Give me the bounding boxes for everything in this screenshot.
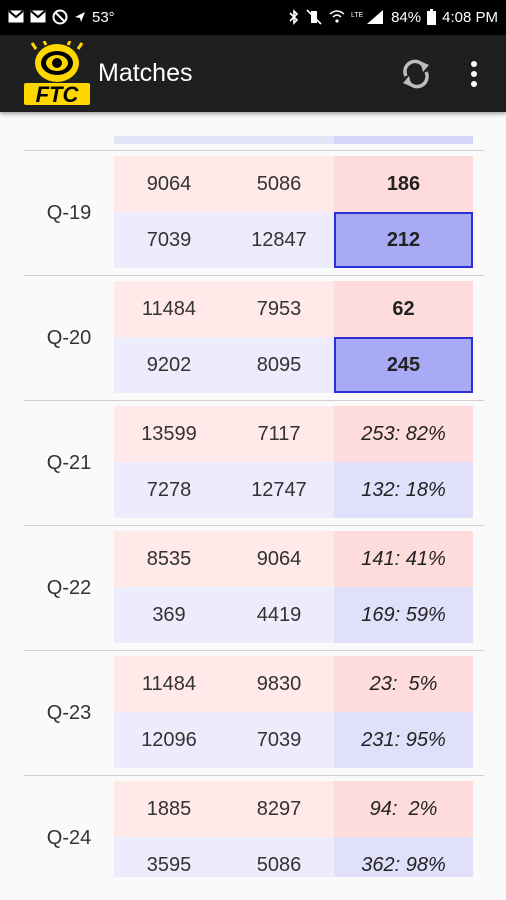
blue-team-1: 369 [152,603,186,626]
refresh-button[interactable] [398,56,434,92]
blue-predicted-score: 362: 98% [334,837,473,877]
match-list[interactable]: Q-19 9064 5086 186 7039 12847 212 Q-20 1… [0,112,506,877]
blue-alliance-row: 369 4419 169: 59% [114,587,473,643]
match-label: Q-22 [46,577,92,599]
page-title: Matches [98,59,193,87]
blue-team-2: 12847 [251,228,307,251]
blue-team-2: 4419 [256,603,302,626]
blue-predicted-score: 169: 59% [334,587,473,643]
more-vert-icon [471,61,477,87]
red-team-1: 11484 [141,672,197,695]
battery-percent: 84% [391,9,422,26]
blue-predicted-score: 132: 18% [334,462,473,518]
red-team-2: 5086 [256,172,302,195]
status-bar-right: LTE 84% 4:08 PM [289,0,498,35]
red-team-1: 8535 [146,547,192,570]
vibrate-mute-icon [305,8,323,27]
previous-match-score-partial [334,136,473,144]
blue-alliance-row: 7039 12847 212 [114,212,473,268]
match-label: Q-19 [46,202,92,224]
do-not-disturb-icon [52,9,68,27]
red-predicted-score: 141: 41% [334,531,473,587]
match-label: Q-20 [46,327,92,349]
clock-time: 4:08 PM [442,9,498,26]
blue-score-winner: 212 [334,212,473,268]
blue-alliance-row: 12096 7039 231: 95% [114,712,473,768]
red-team-2: 7953 [256,297,302,320]
red-predicted-score: 23: 5% [334,656,473,712]
gmail-icon [8,10,24,25]
blue-predicted-score: 231: 95% [334,712,473,768]
match-row[interactable]: Q-24 1885 8297 94: 2% 3595 5086 362: 98% [24,775,484,877]
red-predicted-score: 253: 82% [334,406,473,462]
red-team-2: 9830 [256,672,302,695]
blue-team-1: 12096 [141,728,197,751]
status-bar-left: 53° [8,0,115,35]
wifi-icon [329,9,345,26]
red-alliance-row: 1885 8297 94: 2% [114,781,473,837]
match-row[interactable]: Q-20 11484 7953 62 9202 8095 245 [24,275,484,401]
red-team-1: 13599 [141,422,197,445]
red-alliance-row: 11484 7953 62 [114,281,473,337]
red-team-2: 7117 [257,422,301,445]
blue-team-1: 9202 [146,353,192,376]
red-score: 62 [334,281,473,337]
blue-team-2: 8095 [256,353,302,376]
blue-team-1: 7278 [146,478,192,501]
blue-alliance-row: 3595 5086 362: 98% [114,837,473,877]
red-team-1: 9064 [146,172,192,195]
blue-team-1: 3595 [146,853,192,876]
match-row[interactable]: Q-23 11484 9830 23: 5% 12096 7039 231: 9… [24,650,484,776]
lte-signal-icon: LTE [351,9,385,27]
match-label: Q-24 [46,827,92,849]
refresh-icon [403,59,429,89]
blue-team-2: 5086 [256,853,302,876]
blue-team-1: 7039 [146,228,192,251]
svg-text:FTC: FTC [36,82,80,107]
app-bar: FTC Matches [0,35,506,112]
overflow-menu-button[interactable] [462,59,486,89]
match-row[interactable]: Q-22 8535 9064 141: 41% 369 4419 169: 59… [24,525,484,651]
blue-team-2: 7039 [256,728,302,751]
red-alliance-row: 8535 9064 141: 41% [114,531,473,587]
red-team-2: 8297 [256,797,302,820]
blue-score-winner: 245 [334,337,473,393]
red-alliance-row: 11484 9830 23: 5% [114,656,473,712]
red-team-1: 11484 [141,297,197,320]
red-predicted-score: 94: 2% [334,781,473,837]
navigation-icon [74,11,86,25]
battery-icon [427,8,437,27]
match-label: Q-21 [46,452,92,474]
ftc-logo: FTC [22,40,92,107]
blue-alliance-row: 9202 8095 245 [114,337,473,393]
red-team-2: 9064 [256,547,302,570]
mail-icon [30,10,46,25]
red-alliance-row: 9064 5086 186 [114,156,473,212]
match-row[interactable]: Q-21 13599 7117 253: 82% 7278 12747 132:… [24,400,484,526]
red-alliance-row: 13599 7117 253: 82% [114,406,473,462]
red-team-1: 1885 [146,797,192,820]
blue-team-2: 12747 [251,478,307,501]
match-label: Q-23 [46,702,92,724]
blue-alliance-row: 7278 12747 132: 18% [114,462,473,518]
temperature-text: 53° [92,9,115,26]
bluetooth-icon [289,8,299,27]
match-row[interactable]: Q-19 9064 5086 186 7039 12847 212 [24,150,484,276]
previous-match-partial [114,136,473,144]
svg-text:LTE: LTE [351,12,364,19]
red-score: 186 [334,156,473,212]
status-bar: 53° LTE 84% 4:08 PM [0,0,506,35]
